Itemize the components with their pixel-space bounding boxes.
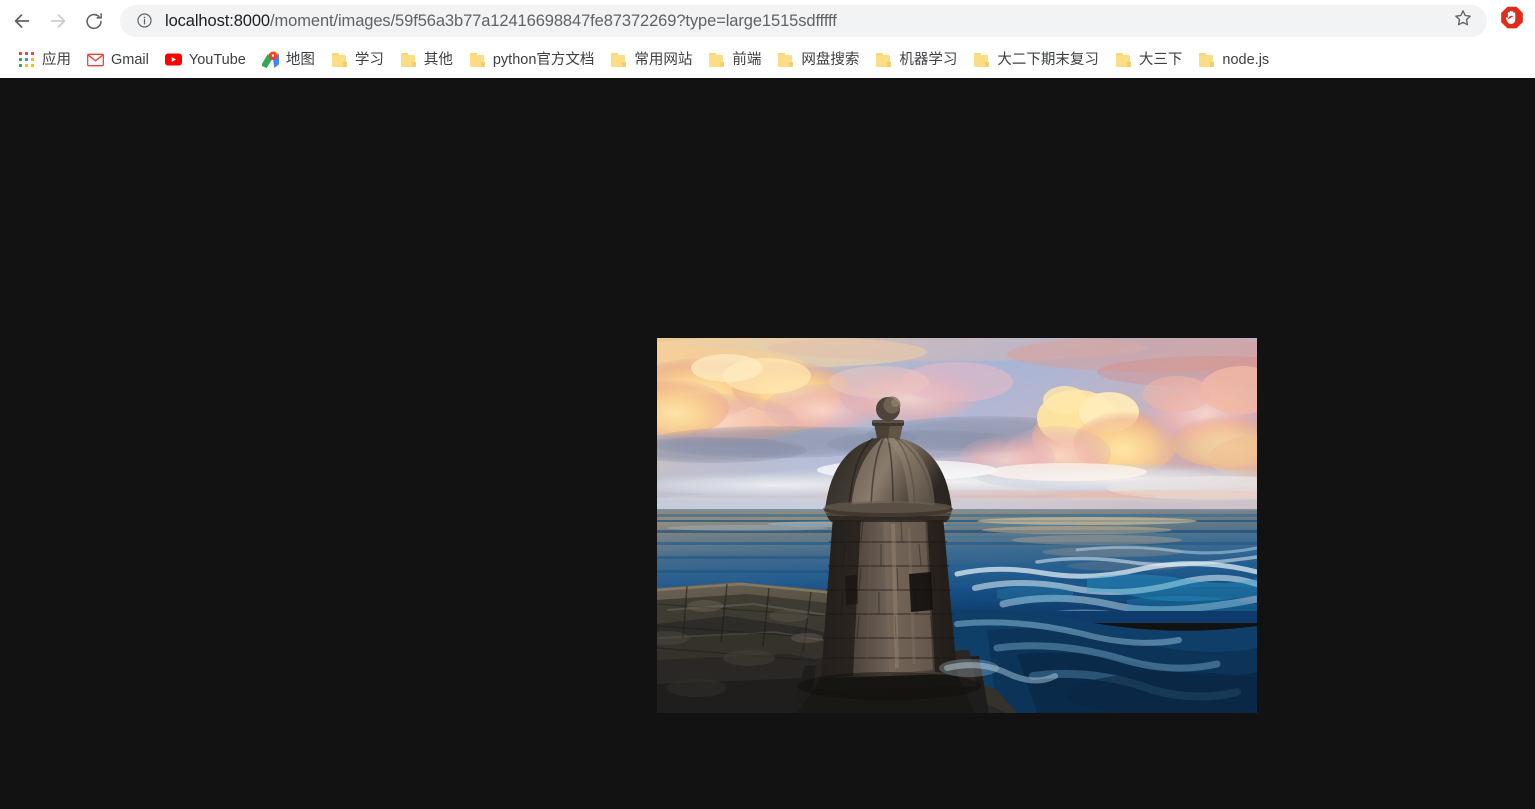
bookmark-item-folder-xuexi[interactable]: 学习 [323,47,392,73]
bookmark-label: 应用 [42,51,71,68]
bookmark-label: node.js [1222,51,1270,68]
bookmark-item-folder-netdisk-search[interactable]: 网盘搜索 [769,47,867,73]
folder-icon [469,51,486,68]
bookmark-item-folder-junior-spring[interactable]: 大三下 [1107,47,1191,73]
bookmark-label: 前端 [732,51,762,68]
bookmark-item-folder-nodejs[interactable]: node.js [1190,47,1277,73]
address-bar[interactable]: localhost:8000/moment/images/59f56a3b77a… [120,4,1487,37]
arrow-right-icon [47,10,69,32]
gmail-icon [87,51,104,68]
bookmark-label: 大三下 [1138,51,1183,68]
image-container [657,338,1257,713]
bookmark-item-folder-qita[interactable]: 其他 [392,47,461,73]
forward-button[interactable] [40,3,76,39]
browser-toolbar: localhost:8000/moment/images/59f56a3b77a… [0,0,1535,41]
folder-icon [400,51,417,68]
extension-button-adblock[interactable] [1497,6,1527,36]
browser-window: localhost:8000/moment/images/59f56a3b77a… [0,0,1535,809]
bookmark-item-apps[interactable]: 应用 [10,47,79,73]
folder-icon [973,51,990,68]
youtube-icon [164,51,182,68]
bookmark-label: 其他 [423,51,453,68]
bookmark-label: YouTube [188,51,246,68]
url-path: /moment/images/59f56a3b77a12416698847fe8… [270,11,837,30]
bookmark-star-button[interactable] [1449,7,1477,35]
bookmark-item-folder-machine-learning[interactable]: 机器学习 [867,47,965,73]
folder-icon [610,51,627,68]
page-content [0,78,1535,809]
url-text[interactable]: localhost:8000/moment/images/59f56a3b77a… [165,11,1445,31]
adblock-stop-hand-icon [1499,6,1525,36]
reload-button[interactable] [76,3,112,39]
bookmark-item-maps[interactable]: 地图 [254,47,323,73]
bookmark-item-folder-common-sites[interactable]: 常用网站 [602,47,700,73]
bookmark-label: 地图 [285,51,315,68]
url-host: localhost:8000 [165,11,271,30]
reload-icon [84,11,104,31]
bookmark-label: 网盘搜索 [801,51,860,68]
star-outline-icon [1453,8,1473,33]
info-circle-icon[interactable] [134,11,154,31]
bookmark-label: 机器学习 [899,51,958,68]
bookmark-label: Gmail [111,51,149,68]
folder-icon [875,51,892,68]
bookmark-item-gmail[interactable]: Gmail [79,47,157,73]
folder-icon [1115,51,1132,68]
bookmark-label: 大二下期末复习 [997,51,1099,68]
bookmark-item-youtube[interactable]: YouTube [157,47,254,73]
folder-icon [777,51,794,68]
folder-icon [331,51,348,68]
sentry-box-ocean-sunset-photo[interactable] [657,338,1257,713]
bookmark-item-folder-sophomore-review[interactable]: 大二下期末复习 [965,47,1107,73]
apps-grid-icon [18,51,35,68]
folder-icon [1198,51,1215,68]
bookmark-item-folder-python-docs[interactable]: python官方文档 [461,47,603,73]
bookmark-label: 学习 [354,51,384,68]
back-button[interactable] [4,3,40,39]
bookmark-label: 常用网站 [634,51,693,68]
folder-icon [708,51,725,68]
maps-icon [261,51,279,68]
arrow-left-icon [11,10,33,32]
bookmark-label: python官方文档 [492,51,595,68]
bookmarks-bar: 应用 Gmail YouTube 地图 学习 其他 python官方文档 常用网… [0,41,1535,78]
bookmark-item-folder-frontend[interactable]: 前端 [700,47,769,73]
